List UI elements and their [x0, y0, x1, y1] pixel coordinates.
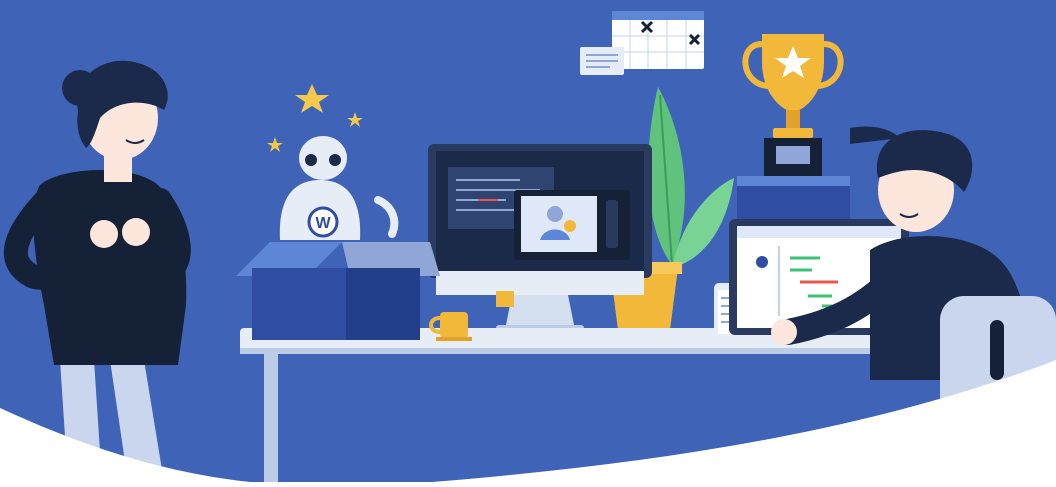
- robot-logo-letter: W: [315, 215, 331, 232]
- illustration-scene: W: [0, 0, 1056, 487]
- illustration-canvas: W: [0, 0, 1056, 487]
